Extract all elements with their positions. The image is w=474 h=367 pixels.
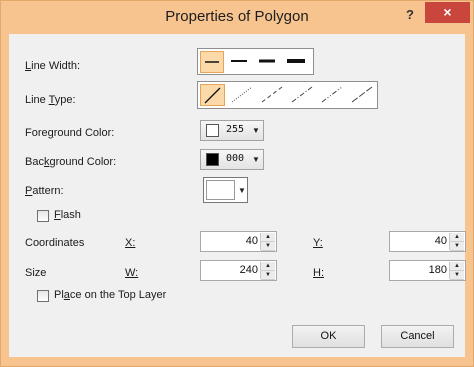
- spin-down-icon[interactable]: ▼: [261, 242, 275, 251]
- line-width-2-option[interactable]: [226, 51, 252, 73]
- chevron-down-icon: ▼: [238, 186, 246, 195]
- y-label: Y:: [313, 237, 323, 249]
- dash-dot-dot-diagonal-icon: [321, 86, 343, 103]
- foreground-color-value: 255: [226, 124, 245, 135]
- pattern-label: Pattern:: [25, 185, 64, 197]
- h-input[interactable]: 180 ▲ ▼: [389, 260, 466, 281]
- line-width-label: Line Width:: [25, 60, 81, 72]
- spin-down-icon[interactable]: ▼: [261, 271, 275, 280]
- medium-line-icon: [231, 60, 247, 62]
- dialog-body: Line Width: Line Type: Foreground Color:…: [9, 34, 466, 357]
- line-type-selector: [197, 81, 378, 109]
- size-label: Size: [25, 267, 47, 279]
- spin-up-icon[interactable]: ▲: [450, 233, 464, 242]
- pattern-dropdown[interactable]: ▼: [203, 177, 248, 203]
- h-spinner[interactable]: ▲ ▼: [449, 262, 464, 280]
- line-type-dotted-option[interactable]: [228, 84, 256, 106]
- thin-line-icon: [205, 61, 219, 63]
- spin-up-icon[interactable]: ▲: [261, 233, 275, 242]
- solid-diagonal-icon: [204, 87, 221, 104]
- line-width-selector: [197, 48, 314, 75]
- line-type-dash-dot-option[interactable]: [288, 84, 316, 106]
- line-width-4-option[interactable]: [282, 51, 310, 73]
- line-width-1-option[interactable]: [200, 51, 224, 73]
- thickest-line-icon: [287, 59, 305, 63]
- thick-line-icon: [259, 59, 275, 63]
- foreground-color-swatch: [206, 124, 219, 137]
- pattern-preview: [206, 180, 235, 200]
- chevron-down-icon: ▼: [252, 155, 260, 164]
- top-layer-label[interactable]: Place on the Top Layer: [54, 289, 166, 301]
- coordinates-label: Coordinates: [25, 237, 85, 249]
- line-type-dashed-option[interactable]: [258, 84, 286, 106]
- title-bar[interactable]: Properties of Polygon ? ×: [1, 1, 473, 34]
- close-button[interactable]: ×: [425, 2, 470, 23]
- w-value: 240: [239, 264, 258, 276]
- spin-down-icon[interactable]: ▼: [450, 242, 464, 251]
- dash-dot-diagonal-icon: [291, 86, 313, 103]
- line-type-solid-option[interactable]: [200, 84, 225, 106]
- help-button[interactable]: ?: [399, 5, 421, 25]
- long-dash-diagonal-icon: [351, 86, 373, 103]
- w-label: W:: [125, 267, 139, 279]
- cancel-button[interactable]: Cancel: [381, 325, 454, 348]
- foreground-color-label: Foreground Color:: [25, 127, 115, 139]
- y-spinner[interactable]: ▲ ▼: [449, 233, 464, 251]
- properties-dialog: Properties of Polygon ? × Line Width: Li…: [0, 0, 474, 367]
- x-value: 40: [245, 235, 258, 247]
- w-spinner[interactable]: ▲ ▼: [260, 262, 275, 280]
- top-layer-checkbox[interactable]: [37, 290, 49, 302]
- line-type-dash-dot-dot-option[interactable]: [318, 84, 346, 106]
- line-width-3-option[interactable]: [254, 51, 280, 73]
- background-color-label: Background Color:: [25, 156, 117, 168]
- background-color-value: 000: [226, 153, 245, 164]
- w-input[interactable]: 240 ▲ ▼: [200, 260, 277, 281]
- y-input[interactable]: 40 ▲ ▼: [389, 231, 466, 252]
- chevron-down-icon: ▼: [252, 126, 260, 135]
- x-spinner[interactable]: ▲ ▼: [260, 233, 275, 251]
- dotted-diagonal-icon: [231, 86, 253, 103]
- ok-button[interactable]: OK: [292, 325, 365, 348]
- dashed-diagonal-icon: [261, 86, 283, 103]
- foreground-color-dropdown[interactable]: 255 ▼: [200, 120, 264, 141]
- x-input[interactable]: 40 ▲ ▼: [200, 231, 277, 252]
- h-value: 180: [428, 264, 447, 276]
- spin-down-icon[interactable]: ▼: [450, 271, 464, 280]
- y-value: 40: [434, 235, 447, 247]
- background-color-dropdown[interactable]: 000 ▼: [200, 149, 264, 170]
- spin-up-icon[interactable]: ▲: [450, 262, 464, 271]
- flash-label[interactable]: Flash: [54, 209, 81, 221]
- background-color-swatch: [206, 153, 219, 166]
- line-type-long-dash-option[interactable]: [348, 84, 376, 106]
- x-label: X:: [125, 237, 136, 249]
- line-type-label: Line Type:: [25, 94, 76, 106]
- flash-checkbox[interactable]: [37, 210, 49, 222]
- spin-up-icon[interactable]: ▲: [261, 262, 275, 271]
- h-label: H:: [313, 267, 324, 279]
